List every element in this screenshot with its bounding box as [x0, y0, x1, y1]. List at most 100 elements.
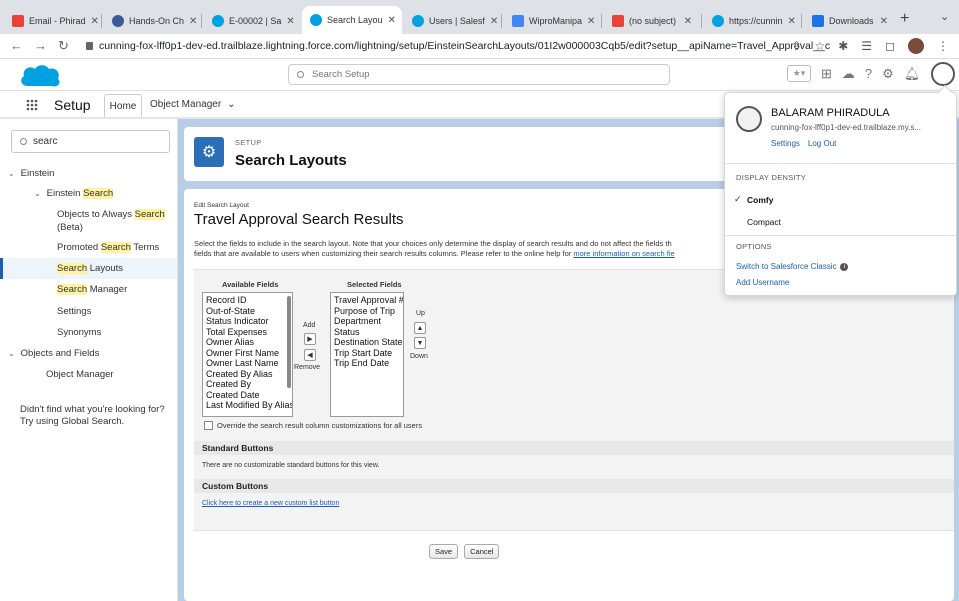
save-button[interactable]: Save: [429, 544, 459, 559]
list-item[interactable]: Trip End Date: [334, 358, 400, 369]
selected-fields-list[interactable]: Travel Approval # Purpose of Trip Depart…: [330, 292, 404, 417]
list-item[interactable]: Owner First Name: [206, 348, 289, 359]
app-launcher-icon[interactable]: [26, 99, 38, 111]
back-icon[interactable]: ←: [10, 38, 23, 53]
sidebar-item-synonyms[interactable]: Synonyms: [57, 326, 101, 339]
sidebar-item-promoted-search-terms[interactable]: Promoted Search Terms: [57, 241, 159, 254]
close-icon[interactable]: ✕: [189, 16, 197, 27]
cancel-button[interactable]: Cancel: [464, 544, 500, 559]
sidebar-group-objects-fields[interactable]: ⌄ Objects and Fields: [8, 347, 99, 360]
reading-list-icon[interactable]: ☰: [861, 39, 872, 53]
move-down-button[interactable]: ▼: [414, 337, 426, 349]
sidebar-item-settings[interactable]: Settings: [57, 305, 91, 318]
browser-tab[interactable]: E-00002 | Sa ✕: [204, 8, 300, 34]
list-item[interactable]: Created By Alias: [206, 369, 289, 380]
list-item[interactable]: Last Modified By Alias: [206, 400, 292, 411]
list-item[interactable]: Status Indicator: [206, 316, 289, 327]
list-item[interactable]: Total Expenses: [206, 327, 289, 338]
quick-find-input[interactable]: searc: [11, 130, 170, 153]
density-comfy[interactable]: Comfy: [747, 195, 773, 205]
url-field[interactable]: cunning-fox-lff0p1-dev-ed.trailblaze.lig…: [86, 40, 830, 52]
available-fields-list[interactable]: Record ID Out-of-State Status Indicator …: [202, 292, 293, 417]
add-label: Add: [303, 322, 316, 329]
global-actions-icon[interactable]: ⊞: [821, 66, 832, 82]
logout-link[interactable]: Log Out: [808, 139, 836, 148]
chevron-down-icon[interactable]: ⌄: [227, 99, 235, 110]
notifications-icon[interactable]: 🔔︎: [904, 66, 921, 82]
sidebar-item-object-manager[interactable]: Object Manager: [46, 368, 114, 381]
list-item[interactable]: Out-of-State: [206, 306, 289, 317]
new-tab-icon[interactable]: +: [900, 10, 909, 28]
up-label: Up: [416, 310, 425, 317]
bookmark-icon[interactable]: ☆: [814, 39, 825, 53]
browser-menu-icon[interactable]: ⋮: [937, 39, 949, 53]
browser-tab[interactable]: (no subject) ✕: [604, 8, 700, 34]
add-button[interactable]: ▶: [304, 333, 316, 345]
scrollbar[interactable]: [287, 296, 291, 388]
sidebar-item-objects-always-search[interactable]: Objects to Always Search (Beta): [57, 208, 165, 234]
list-item[interactable]: Department: [334, 316, 400, 327]
add-username-link[interactable]: Add Username: [736, 278, 789, 287]
salesforce-logo[interactable]: [18, 62, 62, 90]
list-item[interactable]: Destination State: [334, 337, 403, 348]
salesforce-icon: [310, 14, 322, 26]
browser-profile-avatar[interactable]: [908, 38, 924, 54]
density-compact[interactable]: Compact: [747, 217, 781, 227]
sidebar-group-einstein[interactable]: ⌄ Einstein: [8, 167, 54, 180]
close-icon[interactable]: ✕: [684, 16, 692, 27]
browser-tab[interactable]: Downloads ✕: [804, 8, 896, 34]
extensions-icon[interactable]: ✱: [838, 39, 848, 53]
close-icon[interactable]: ✕: [587, 16, 595, 27]
close-icon[interactable]: ✕: [388, 15, 396, 26]
checkmark-icon: ✓: [734, 194, 742, 204]
list-item[interactable]: Travel Approval #: [334, 295, 403, 306]
sidebar-item-search-layouts[interactable]: Search Layouts: [57, 262, 123, 275]
close-icon[interactable]: ✕: [286, 16, 294, 27]
browser-tab[interactable]: Email - Phirad ✕: [4, 8, 100, 34]
available-fields-label: Available Fields: [222, 280, 279, 289]
tab-search-icon[interactable]: ⌄: [940, 10, 949, 23]
browser-tab[interactable]: Hands-On Ch ✕: [104, 8, 200, 34]
selected-fields-label: Selected Fields: [347, 280, 402, 289]
override-checkbox[interactable]: [204, 421, 213, 430]
forward-icon[interactable]: →: [34, 38, 47, 53]
switch-classic-link[interactable]: Switch to Salesforce Classic i: [736, 262, 849, 271]
settings-link[interactable]: Settings: [771, 139, 800, 148]
remove-button[interactable]: ◀: [304, 349, 316, 361]
create-custom-button-link[interactable]: Click here to create a new custom list b…: [202, 500, 339, 507]
list-item[interactable]: Created Date: [206, 390, 289, 401]
reload-icon[interactable]: ↻: [58, 38, 69, 54]
browser-tab[interactable]: https://cunnin ✕: [704, 8, 800, 34]
docs-icon: [512, 15, 524, 27]
close-icon[interactable]: ✕: [880, 16, 888, 27]
browser-tab[interactable]: Users | Salesf ✕: [404, 8, 500, 34]
user-avatar-button[interactable]: [931, 62, 955, 86]
close-icon[interactable]: ✕: [91, 16, 99, 27]
setup-sidebar: searc ⌄ Einstein ⌄ Einstein Search Objec…: [0, 119, 178, 601]
search-setup-input[interactable]: Search Setup: [288, 64, 670, 85]
help-icon[interactable]: ?: [865, 66, 872, 81]
tab-object-manager[interactable]: Object Manager ⌄: [150, 91, 236, 117]
move-up-button[interactable]: ▲: [414, 322, 426, 334]
trailhead-icon[interactable]: ☁: [842, 66, 855, 82]
list-item[interactable]: Trip Start Date: [334, 348, 400, 359]
sidebar-group-einstein-search[interactable]: ⌄ Einstein Search: [34, 187, 114, 200]
share-icon[interactable]: ⇪: [791, 39, 801, 53]
favorites-icon[interactable]: ★▾: [787, 65, 811, 82]
list-item[interactable]: Created By: [206, 379, 289, 390]
online-help-link[interactable]: more information on search fie: [573, 249, 674, 258]
close-icon[interactable]: ✕: [788, 16, 796, 27]
list-item[interactable]: Owner Last Name: [206, 358, 289, 369]
app-name: Setup: [54, 97, 91, 113]
list-item[interactable]: Status: [334, 327, 400, 338]
tab-home[interactable]: Home: [104, 94, 142, 117]
list-item[interactable]: Record ID: [206, 295, 289, 306]
close-icon[interactable]: ✕: [490, 16, 498, 27]
list-item[interactable]: Purpose of Trip: [334, 306, 400, 317]
browser-tab[interactable]: WiproManipa ✕: [504, 8, 600, 34]
sidebar-item-search-manager[interactable]: Search Manager: [57, 283, 127, 296]
list-item[interactable]: Owner Alias: [206, 337, 289, 348]
split-view-icon[interactable]: ◻: [885, 39, 895, 53]
gear-icon[interactable]: ⚙: [882, 66, 894, 82]
browser-tab-active[interactable]: Search Layou ✕: [302, 6, 402, 34]
